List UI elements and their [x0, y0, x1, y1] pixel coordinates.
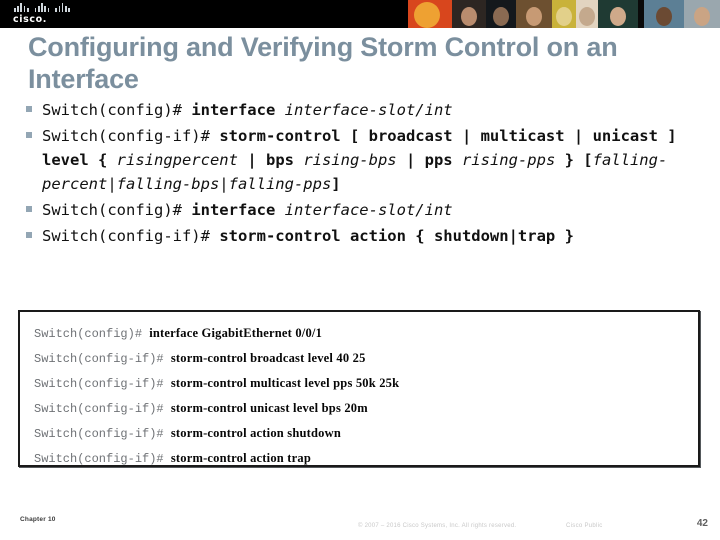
photo-abstract-shape [414, 2, 440, 28]
photo-tile-portrait-man-blue-bg [644, 0, 684, 28]
cisco-wordmark: cisco. [13, 14, 47, 25]
photo-face-shape [579, 7, 595, 26]
syntax-segment: rising-pps [461, 151, 556, 170]
footer-copyright: © 2007 – 2016 Cisco Systems, Inc. All ri… [358, 523, 517, 529]
cli-command: storm-control action trap [170, 451, 311, 465]
syntax-segment: | [237, 151, 266, 170]
bullet-interface-command-2: Switch(config)# interface interface-slot… [26, 198, 694, 222]
syntax-segment: ] [331, 175, 341, 194]
cli-command: storm-control broadcast level 40 25 [170, 351, 366, 365]
syntax-segment: Switch(config-if)# [42, 227, 220, 246]
cli-command: interface GigabitEthernet 0/0/1 [149, 326, 323, 340]
syntax-segment: risingpercent [116, 151, 238, 170]
syntax-segment: interface [191, 201, 285, 220]
cli-prompt: Switch(config-if)# [34, 427, 171, 441]
photo-face-shape [526, 7, 542, 26]
photo-face-shape [461, 7, 477, 26]
syntax-segment: Switch(config)# [42, 101, 192, 119]
cli-prompt: Switch(config-if)# [34, 452, 171, 466]
bullet-text: Switch(config-if)# storm-control [ broad… [42, 124, 694, 196]
syntax-segment: interface-slot/int [284, 101, 453, 119]
syntax-segment: storm-control action { shutdown|trap } [219, 227, 574, 246]
bullet-text: Switch(config)# interface interface-slot… [42, 198, 694, 222]
photo-tile-abstract-orange [408, 0, 452, 28]
syntax-segment: Switch(config)# [42, 201, 192, 220]
syntax-segment: interface [191, 101, 285, 119]
cisco-logo-bars [14, 3, 70, 12]
header-photo-strip [408, 0, 720, 28]
cli-output-box: Switch(config)# interface GigabitEtherne… [18, 310, 700, 467]
cli-command: storm-control unicast level bps 20m [170, 401, 368, 415]
syntax-segment: rising-bps [303, 151, 397, 170]
photo-tile-portrait-scarf-yellow [552, 0, 576, 28]
photo-tile-portrait-light-veil [576, 0, 598, 28]
syntax-segment: } [ [555, 151, 593, 170]
footer-confidentiality: Cisco Public [566, 523, 603, 529]
bullet-text: Switch(config)# interface interface-slot… [42, 98, 694, 122]
syntax-segment: pps [424, 151, 462, 170]
cli-line: Switch(config-if)# storm-control multica… [34, 371, 698, 396]
cli-prompt: Switch(config-if)# [34, 377, 171, 391]
cli-line: Switch(config-if)# storm-control broadca… [34, 346, 698, 371]
photo-face-shape [610, 7, 626, 26]
syntax-segment: Switch(config-if)# [42, 127, 220, 146]
bullet-square-icon [26, 106, 32, 112]
bullet-square-icon [26, 132, 32, 139]
syntax-segment: | [396, 151, 425, 170]
bullet-text: Switch(config-if)# storm-control action … [42, 224, 694, 248]
cli-line: Switch(config-if)# storm-control action … [34, 446, 698, 466]
syntax-segment: interface-slot/int [284, 201, 453, 220]
footer-page-number: 42 [696, 518, 708, 529]
bullet-interface-command: Switch(config)# interface interface-slot… [26, 98, 694, 122]
photo-tile-portrait-woman-dark-hair [452, 0, 486, 28]
header-bar: cisco. [0, 0, 720, 28]
cli-line: Switch(config-if)# storm-control action … [34, 421, 698, 446]
photo-face-shape [656, 7, 672, 26]
photo-tile-portrait-woman-green-bg [598, 0, 638, 28]
bullet-square-icon [26, 206, 32, 213]
bullet-storm-control-action-command: Switch(config-if)# storm-control action … [26, 224, 694, 248]
bullet-square-icon [26, 232, 32, 239]
bullet-storm-control-level-command: Switch(config-if)# storm-control [ broad… [26, 124, 694, 196]
command-syntax-list: Switch(config)# interface interface-slot… [26, 98, 694, 250]
cli-prompt: Switch(config-if)# [34, 352, 171, 366]
photo-face-shape [694, 7, 710, 26]
photo-face-shape [556, 7, 572, 26]
cli-command: storm-control action shutdown [170, 426, 341, 440]
page-title: Configuring and Verifying Storm Control … [28, 32, 618, 94]
cli-line: Switch(config-if)# storm-control unicast… [34, 396, 698, 421]
photo-face-shape [493, 7, 509, 26]
photo-tile-portrait-woman-center [516, 0, 552, 28]
syntax-segment: bps [265, 151, 304, 170]
cli-line: Switch(config)# interface GigabitEtherne… [34, 321, 698, 346]
cli-command: storm-control multicast level pps 50k 25… [170, 376, 400, 390]
photo-tile-portrait-man-suit [486, 0, 516, 28]
footer-chapter: Chapter 10 [20, 516, 56, 523]
cli-prompt: Switch(config)# [34, 327, 150, 341]
photo-tile-portrait-man-cap [684, 0, 720, 28]
cisco-logo: cisco. [12, 3, 70, 26]
cli-prompt: Switch(config-if)# [34, 402, 171, 416]
